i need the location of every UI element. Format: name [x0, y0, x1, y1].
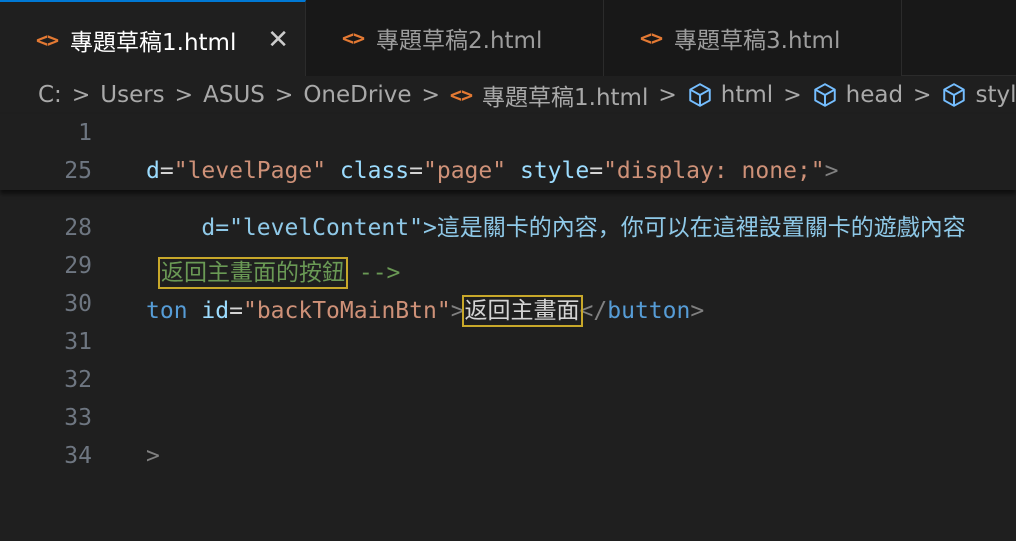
- close-icon[interactable]: ✕: [267, 25, 289, 55]
- highlighted-button-text: 返回主畫面: [461, 295, 583, 327]
- tag-close: >: [146, 443, 160, 469]
- sticky-line-1[interactable]: 1: [0, 114, 1016, 152]
- end-tag-open: </: [579, 298, 608, 324]
- code-line-30[interactable]: 30 ton id="backToMainBtn">返回主畫面</button>: [0, 285, 1016, 327]
- tab-label: 專題草稿3.html: [674, 28, 841, 54]
- code-line-33[interactable]: 33: [0, 399, 1016, 437]
- attr-name: id: [201, 298, 230, 324]
- symbol-cube-icon: [943, 83, 966, 107]
- chevron-right-icon: >: [783, 82, 802, 108]
- breadcrumb-head-label: head: [845, 82, 904, 108]
- html-file-icon: <>: [640, 26, 663, 50]
- breadcrumb-user[interactable]: ASUS: [203, 82, 265, 108]
- sticky-scroll-header[interactable]: 1 25 d="levelPage" class="page" style="d…: [0, 114, 1016, 190]
- code-text: >: [146, 443, 160, 469]
- chevron-right-icon: >: [913, 82, 932, 108]
- breadcrumb-style[interactable]: style: [941, 82, 1016, 108]
- attr-value: "page": [423, 158, 507, 184]
- chevron-right-icon: >: [274, 82, 294, 108]
- attr-name: style: [519, 158, 590, 184]
- breadcrumb-file-label: 專題草稿1.html: [482, 85, 649, 111]
- chevron-right-icon: >: [174, 82, 194, 108]
- tab-label: 專題草稿1.html: [70, 29, 237, 56]
- tab-file-1[interactable]: <> 專題草稿1.html ✕: [0, 0, 306, 77]
- breadcrumb-file[interactable]: <> 專題草稿1.html: [450, 78, 648, 112]
- code-text: ton id="backToMainBtn">返回主畫面</button>: [146, 291, 705, 327]
- line-number: 34: [64, 443, 92, 469]
- breadcrumb-users[interactable]: Users: [100, 82, 164, 108]
- line-27-text: d="levelContent">這是關卡的內容，你可以在這裡設置關卡的遊戲內容: [201, 215, 966, 241]
- equals: =: [229, 298, 243, 324]
- equals: =: [159, 158, 174, 184]
- symbol-cube-icon: [813, 83, 836, 107]
- tag-close: >: [824, 158, 839, 184]
- code-text: d="levelPage" class="page" style="displa…: [146, 158, 839, 184]
- sticky-line-25[interactable]: 25 d="levelPage" class="page" style="dis…: [0, 152, 1016, 190]
- code-line-27-partial: d="levelContent">這是關卡的內容，你可以在這裡設置關卡的遊戲內容: [146, 182, 966, 268]
- line-number: 33: [64, 405, 92, 431]
- tag-close: >: [450, 298, 465, 324]
- editor-tab-bar: <> 專題草稿1.html ✕ <> 專題草稿2.html <> 專題草稿3.h…: [0, 0, 1016, 77]
- line-number: 31: [64, 329, 92, 355]
- line-number: 1: [78, 120, 92, 146]
- tag-close: >: [690, 298, 705, 324]
- breadcrumb-drive[interactable]: C:: [38, 82, 62, 108]
- attr-value: "display: none;": [603, 158, 825, 184]
- breadcrumb-folder[interactable]: OneDrive: [303, 82, 411, 108]
- code-line-31[interactable]: 31: [0, 323, 1016, 361]
- code-editor[interactable]: d="levelContent">這是關卡的內容，你可以在這裡設置關卡的遊戲內容…: [0, 114, 1016, 471]
- breadcrumb-style-label: style: [975, 82, 1016, 108]
- breadcrumb: C: > Users > ASUS > OneDrive > <> 專題草稿1.…: [0, 76, 1016, 114]
- symbol-cube-icon: [689, 83, 711, 107]
- equals: =: [589, 158, 604, 184]
- chevron-right-icon: >: [421, 82, 440, 108]
- attr-name: d: [146, 158, 160, 184]
- tab-label: 專題草稿2.html: [376, 28, 543, 54]
- html-file-icon: <>: [342, 26, 365, 50]
- line-number: 29: [64, 253, 92, 279]
- tab-file-2[interactable]: <> 專題草稿2.html: [306, 0, 604, 76]
- html-file-icon: <>: [449, 83, 473, 107]
- breadcrumb-html[interactable]: html: [687, 82, 773, 108]
- chevron-right-icon: >: [71, 82, 91, 108]
- attr-value: "backToMainBtn": [242, 298, 451, 324]
- tab-file-3[interactable]: <> 專題草稿3.html: [604, 0, 902, 76]
- attr-name: class: [339, 158, 410, 184]
- line-number: 30: [64, 291, 92, 317]
- html-file-icon: <>: [36, 27, 59, 52]
- breadcrumb-html-label: html: [720, 82, 774, 108]
- code-line-34[interactable]: 34 >: [0, 437, 1016, 475]
- attr-value: "levelPage": [173, 158, 327, 184]
- line-number: 25: [64, 158, 92, 184]
- chevron-right-icon: >: [658, 82, 677, 108]
- breadcrumb-head[interactable]: head: [812, 82, 903, 108]
- tag-name: ton: [146, 298, 188, 324]
- code-line-32[interactable]: 32: [0, 361, 1016, 399]
- equals: =: [409, 158, 424, 184]
- line-number: 32: [64, 367, 92, 393]
- tag-name: button: [607, 298, 691, 324]
